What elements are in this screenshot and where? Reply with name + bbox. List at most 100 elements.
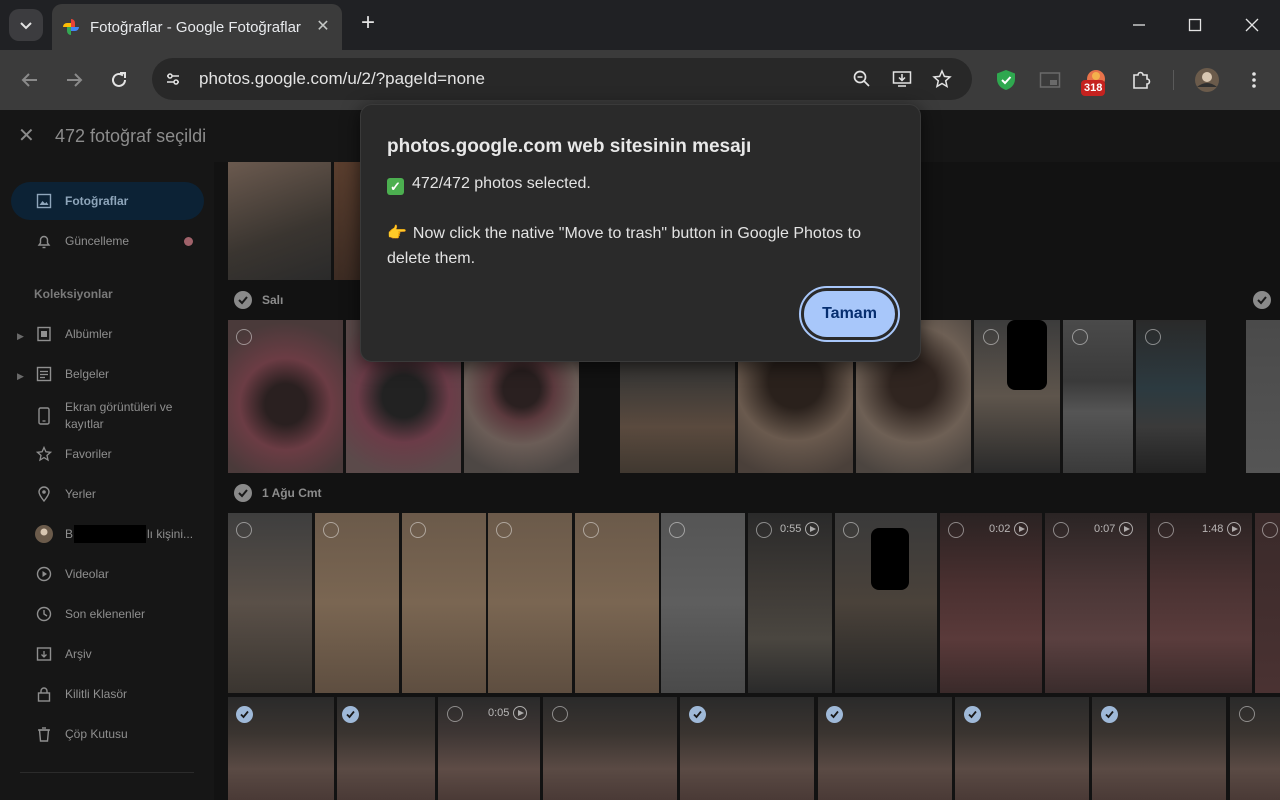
video-thumbnail[interactable] [940, 513, 1042, 693]
select-ring[interactable] [236, 522, 252, 538]
browser-menu-button[interactable] [1240, 66, 1268, 94]
more-vertical-icon [1252, 72, 1256, 88]
close-window-button[interactable] [1237, 10, 1267, 40]
play-icon [513, 706, 528, 720]
selected-check-icon[interactable] [1101, 706, 1118, 723]
back-button[interactable] [15, 65, 45, 95]
video-thumbnail[interactable] [1255, 513, 1280, 693]
tab-search-button[interactable] [9, 9, 43, 41]
photo-thumbnail[interactable] [488, 513, 572, 693]
sidebar-item-trash[interactable]: Çöp Kutusu [11, 715, 204, 753]
clear-selection-icon[interactable]: ✕ [18, 126, 38, 146]
sidebar-item-documents[interactable]: Belgeler [11, 355, 204, 393]
select-ring[interactable] [1239, 706, 1255, 722]
shield-extension-button[interactable] [992, 66, 1020, 94]
profile-avatar[interactable] [1193, 66, 1221, 94]
select-ring[interactable] [1145, 329, 1161, 345]
select-ring[interactable] [496, 522, 512, 538]
sidebar-item-photos[interactable]: Fotoğraflar [11, 182, 204, 220]
sidebar-item-updates[interactable]: Güncelleme [11, 222, 204, 260]
sidebar-item-label: Güncelleme [65, 234, 130, 248]
photo-thumbnail[interactable] [1063, 320, 1133, 473]
sidebar-item-person[interactable]: B lı kişini... [11, 515, 204, 553]
select-ring[interactable] [1158, 522, 1174, 538]
picture-in-picture-button[interactable] [1036, 66, 1064, 94]
sidebar-item-locked-folder[interactable]: Kilitli Klasör [11, 675, 204, 713]
select-ring[interactable] [1072, 329, 1088, 345]
selected-check-icon[interactable] [964, 706, 981, 723]
photo-thumbnail[interactable] [228, 513, 312, 693]
minimize-button[interactable] [1124, 10, 1154, 40]
selected-check-icon[interactable] [236, 706, 253, 723]
extensions-button[interactable] [1127, 66, 1155, 94]
sidebar-item-archive[interactable]: Arşiv [11, 635, 204, 673]
photo-thumbnail[interactable] [1246, 320, 1280, 473]
bookmark-button[interactable] [929, 66, 955, 92]
dialog-message-line2: 👉 Now click the native "Move to trash" bu… [387, 221, 897, 271]
maximize-button[interactable] [1180, 10, 1210, 40]
select-ring[interactable] [1053, 522, 1069, 538]
install-app-button[interactable] [889, 66, 915, 92]
select-ring[interactable] [236, 329, 252, 345]
sidebar-item-label: Fotoğraflar [65, 194, 129, 208]
sidebar-item-label-prefix: B [65, 527, 74, 541]
video-thumbnail[interactable] [1150, 513, 1252, 693]
redacted-name [74, 525, 147, 543]
select-ring[interactable] [756, 522, 772, 538]
close-icon [1245, 18, 1259, 32]
site-info-button[interactable] [160, 66, 186, 92]
select-ring[interactable] [410, 522, 426, 538]
album-icon [35, 325, 53, 343]
dialog-line1-text: 472/472 photos selected. [412, 175, 591, 192]
toolbar-divider [1173, 70, 1174, 90]
video-thumbnail[interactable] [1045, 513, 1147, 693]
selected-check-icon[interactable] [689, 706, 706, 723]
check-icon[interactable] [1253, 291, 1271, 309]
forward-button[interactable] [59, 65, 89, 95]
photo-thumbnail[interactable] [575, 513, 659, 693]
reload-button[interactable] [104, 65, 134, 95]
select-ring[interactable] [669, 522, 685, 538]
tab-close-icon[interactable]: ✕ [314, 18, 332, 36]
play-icon [1119, 522, 1134, 536]
selected-check-icon[interactable] [342, 706, 359, 723]
photo-thumbnail[interactable] [1230, 697, 1280, 800]
sidebar-item-albums[interactable]: Albümler [11, 315, 204, 353]
sidebar-item-videos[interactable]: Videolar [11, 555, 204, 593]
new-tab-button[interactable]: + [356, 11, 380, 36]
sidebar-item-favorites[interactable]: Favoriler [11, 435, 204, 473]
photo-icon [35, 192, 53, 210]
selected-check-icon[interactable] [826, 706, 843, 723]
sidebar-item-places[interactable]: Yerler [11, 475, 204, 513]
active-tab[interactable]: Fotoğraflar - Google Fotoğraflar ✕ [52, 4, 342, 50]
select-ring[interactable] [1262, 522, 1278, 538]
tab-title: Fotoğraflar - Google Fotoğraflar [90, 18, 301, 36]
select-ring[interactable] [323, 522, 339, 538]
day-header-first-sunday[interactable]: 1 Ağu Cmt [234, 484, 322, 502]
sidebar-item-screenshots[interactable]: Ekran görüntüleri ve kayıtlar [11, 396, 204, 436]
photo-thumbnail[interactable] [1136, 320, 1206, 473]
location-pin-icon [35, 485, 53, 503]
select-ring[interactable] [447, 706, 463, 722]
select-ring[interactable] [583, 522, 599, 538]
sidebar-item-recently-added[interactable]: Son eklenenler [11, 595, 204, 633]
install-icon [892, 71, 912, 87]
day-header-tuesday[interactable]: Salı [234, 291, 283, 309]
url-text[interactable]: photos.google.com/u/2/?pageId=none [199, 69, 485, 89]
photo-thumbnail[interactable] [661, 513, 745, 693]
reload-icon [112, 72, 126, 87]
select-ring[interactable] [948, 522, 964, 538]
dialog-line2-text: Now click the native "Move to trash" but… [387, 225, 861, 267]
photo-thumbnail[interactable] [228, 162, 331, 280]
sidebar-item-label: Kilitli Klasör [65, 687, 128, 701]
zoom-button[interactable] [849, 66, 875, 92]
select-ring[interactable] [983, 329, 999, 345]
select-ring[interactable] [552, 706, 568, 722]
tune-icon [167, 73, 179, 85]
photo-thumbnail[interactable] [402, 513, 486, 693]
photo-thumbnail[interactable] [315, 513, 399, 693]
video-thumbnail[interactable] [748, 513, 832, 693]
sidebar-item-label: Yerler [65, 487, 96, 501]
select-ring[interactable] [843, 522, 859, 538]
ok-button[interactable]: Tamam [799, 286, 900, 342]
